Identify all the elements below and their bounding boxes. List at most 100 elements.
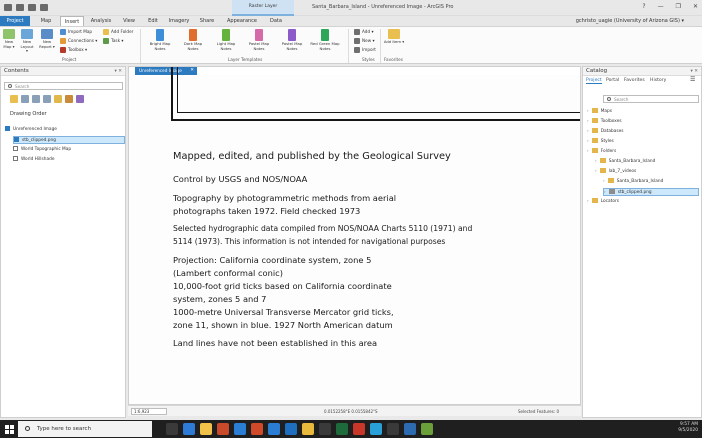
list-by-snapping-icon[interactable] [54,95,62,103]
help-button[interactable]: ? [642,3,645,10]
new-style-button[interactable]: New ▾ [354,37,375,45]
catalog-item[interactable]: › Santa_Barbara_Island [603,178,663,184]
expand-arrow-icon[interactable]: › [587,109,589,114]
system-clock[interactable]: 9:57 AM 9/5/2020 [678,422,698,434]
taskbar-app-icon[interactable] [234,423,246,435]
taskbar-app-icon[interactable] [302,423,314,435]
tab-insert[interactable]: Insert [60,16,84,26]
taskbar-app-icon[interactable] [200,423,212,435]
tab-share[interactable]: Share [196,16,218,26]
add-folder-button[interactable]: Add Folder [103,28,133,36]
signed-in-user[interactable]: gchristo_uagie (University of Arizona GI… [576,16,684,26]
expand-arrow-icon[interactable]: › [595,169,597,174]
map-view[interactable]: Unreferenced Image ✕ Mapped, edited, and… [128,66,581,405]
layer-template-button[interactable]: Dark Map Notes [178,29,208,51]
tab-appearance[interactable]: Appearance [222,16,262,26]
catalog-item[interactable]: › Styles [587,138,614,144]
catalog-search-input[interactable]: Search [603,95,699,103]
task-button[interactable]: Task ▾ [103,37,123,45]
list-by-selection-icon[interactable] [32,95,40,103]
catalog-item[interactable]: › stb_clipped.png [603,188,699,196]
open-project-icon[interactable] [4,4,12,11]
close-button[interactable]: ✕ [693,3,698,10]
expand-arrow-icon[interactable]: › [587,129,589,134]
catalog-item[interactable]: › Toolboxes [587,118,622,124]
catalog-item[interactable]: › Databases [587,128,623,134]
catalog-item[interactable]: › Locators [587,198,619,204]
taskbar-app-icon[interactable] [251,423,263,435]
tab-view[interactable]: View [118,16,140,26]
layer-template-button[interactable]: Light Map Notes [211,29,241,51]
taskbar-app-icon[interactable] [285,423,297,435]
add-item-button[interactable]: Add Item ▾ [383,29,405,45]
expand-arrow-icon[interactable]: › [587,119,589,124]
import-style-button[interactable]: Import [354,46,376,54]
layer-item[interactable]: World Hillshade [13,156,54,164]
catalog-tab-history[interactable]: History [650,78,666,83]
layer-template-button[interactable]: Pastel Map Notes [277,29,307,51]
add-style-button[interactable]: Add ▾ [354,28,374,36]
layer-item[interactable]: stb_clipped.png [13,136,125,144]
taskbar-app-icon[interactable] [183,423,195,435]
taskbar-search-box[interactable]: Type here to search [18,421,152,437]
tab-edit[interactable]: Edit [144,16,162,26]
save-icon[interactable] [16,4,24,11]
tab-map[interactable]: Map [36,16,56,26]
new-report-button[interactable]: New Report ▾ [38,29,56,49]
new-layout-button[interactable]: New Layout ▾ [19,29,35,54]
taskbar-app-icon[interactable] [217,423,229,435]
catalog-tab-project[interactable]: Project [586,78,602,84]
scale-selector[interactable]: 1:6,923 [131,408,167,415]
undo-icon[interactable] [28,4,36,11]
taskbar-app-icon[interactable] [166,423,178,435]
expand-arrow-icon[interactable]: › [587,149,589,154]
taskbar-app-icon[interactable] [404,423,416,435]
taskbar-app-icon[interactable] [336,423,348,435]
catalog-tab-favorites[interactable]: Favorites [624,78,645,83]
expand-arrow-icon[interactable]: › [587,199,589,204]
toolbox-button[interactable]: Toolbox ▾ [60,46,87,54]
list-by-labeling-icon[interactable] [65,95,73,103]
list-by-editing-icon[interactable] [43,95,51,103]
tab-imagery[interactable]: Imagery [166,16,192,26]
maximize-button[interactable]: ❐ [676,3,681,10]
pane-controls[interactable]: ▾ ✕ [691,67,698,76]
tab-analysis[interactable]: Analysis [88,16,114,26]
import-map-button[interactable]: Import Map [60,28,92,36]
layer-item[interactable]: Unreferenced Image [5,126,57,134]
taskbar-app-icon[interactable] [268,423,280,435]
contents-search-input[interactable]: Search [4,82,123,90]
catalog-item[interactable]: › Maps [587,108,612,114]
taskbar-app-icon[interactable] [353,423,365,435]
taskbar-app-icon[interactable] [319,423,331,435]
layer-template-button[interactable]: Red Green Map Notes [310,29,340,51]
list-by-charts-icon[interactable] [76,95,84,103]
list-by-source-icon[interactable] [21,95,29,103]
layer-item[interactable]: World Topographic Map [13,146,71,154]
catalog-tab-portal[interactable]: Portal [606,78,619,83]
taskbar-app-icon[interactable] [387,423,399,435]
layer-visibility-checkbox[interactable] [13,156,18,161]
list-by-drawing-order-icon[interactable] [10,95,18,103]
redo-icon[interactable] [40,4,48,11]
expand-arrow-icon[interactable]: › [603,179,605,184]
catalog-menu-icon[interactable]: ☰ [690,76,695,83]
expand-arrow-icon[interactable]: › [587,139,589,144]
connections-button[interactable]: Connections ▾ [60,37,97,45]
tab-data[interactable]: Data [266,16,286,26]
pane-controls[interactable]: ▾ ✕ [115,67,122,76]
layer-visibility-checkbox[interactable] [13,146,18,151]
expand-arrow-icon[interactable]: › [604,190,606,195]
taskbar-app-icon[interactable] [370,423,382,435]
expand-arrow-icon[interactable]: › [595,159,597,164]
new-map-button[interactable]: New Map ▾ [2,29,16,49]
layer-visibility-checkbox[interactable] [5,126,10,131]
start-button[interactable] [0,420,18,438]
catalog-item[interactable]: › Santa_Barbara_Island [595,158,655,164]
catalog-item[interactable]: › Folders [587,148,616,154]
layer-template-button[interactable]: Pastel Map Notes [244,29,274,51]
tab-project[interactable]: Project [0,16,30,26]
layer-template-button[interactable]: Bright Map Notes [145,29,175,51]
taskbar-app-icon[interactable] [421,423,433,435]
catalog-item[interactable]: › lab_7_videos [595,168,636,174]
